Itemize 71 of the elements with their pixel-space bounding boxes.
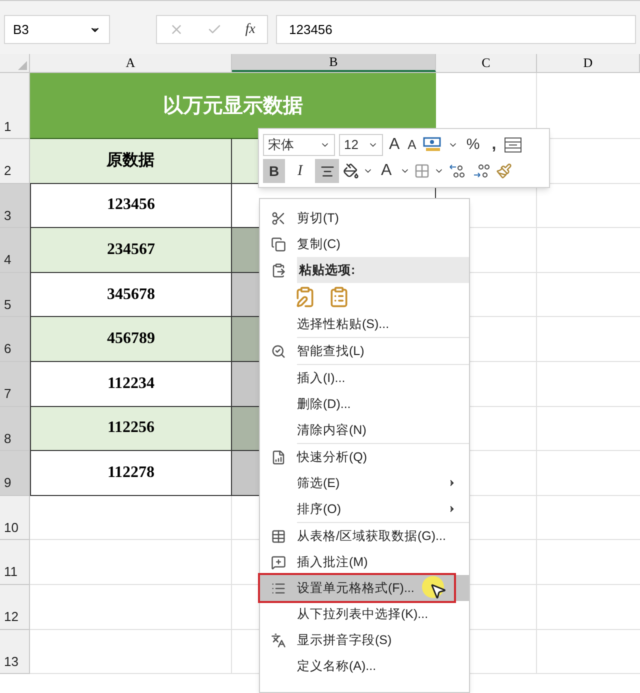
row-header[interactable]: 12 xyxy=(0,584,30,630)
size-dropdown[interactable]: 12 xyxy=(339,134,383,156)
percent-button[interactable]: % xyxy=(462,134,484,156)
row-header[interactable]: 10 xyxy=(0,496,30,540)
center-button[interactable] xyxy=(315,159,339,183)
menu-item[interactable]: 智能查找(L) xyxy=(260,338,469,364)
menu-item[interactable]: 复制(C) xyxy=(260,231,469,257)
paste-values-icon[interactable] xyxy=(328,286,350,308)
align-center-icon xyxy=(320,164,334,178)
search-icon xyxy=(271,344,286,358)
menu-item[interactable]: 插入(I)... xyxy=(260,365,469,391)
column-header[interactable]: C xyxy=(436,54,537,72)
table-icon xyxy=(271,528,286,544)
name-box[interactable]: B3 xyxy=(4,15,110,44)
row-header[interactable]: 3 xyxy=(0,184,30,228)
format-painter-icon[interactable] xyxy=(496,163,512,179)
table-cell: 123456 xyxy=(30,184,232,228)
menu-item[interactable]: 选择性粘贴(S)... xyxy=(260,311,469,337)
corner-triangle-icon xyxy=(18,61,27,70)
decimal-decrease-icon[interactable] xyxy=(472,162,492,180)
font-color-button[interactable]: A xyxy=(377,159,396,183)
row-header[interactable]: 9 xyxy=(0,451,30,496)
title-cell: 以万元显示数据 xyxy=(30,73,436,139)
copy-icon xyxy=(271,236,286,252)
formula-field[interactable]: 123456 xyxy=(276,15,636,44)
paste-formatting-icon[interactable] xyxy=(294,286,316,308)
row-header[interactable]: 4 xyxy=(0,228,30,273)
row-header[interactable]: 6 xyxy=(0,317,30,362)
bold-button[interactable]: B xyxy=(263,159,285,183)
row-header[interactable]: 11 xyxy=(0,540,30,585)
fill-color-icon[interactable] xyxy=(343,163,359,179)
clipboard-icon xyxy=(271,262,286,278)
header-cell: 原数据 xyxy=(30,139,232,184)
table-cell: 456789 xyxy=(30,317,232,362)
column-header[interactable]: D xyxy=(537,54,640,72)
menu-item[interactable]: 清除内容(N) xyxy=(260,417,469,443)
row-header[interactable]: 5 xyxy=(0,272,30,318)
row-header[interactable]: 1 xyxy=(0,73,30,139)
menu-item[interactable]: 剪切(T) xyxy=(260,205,469,231)
scissors-icon xyxy=(271,210,286,226)
row-header[interactable]: 2 xyxy=(0,139,30,184)
table-cell: 345678 xyxy=(30,272,232,318)
italic-button[interactable]: I xyxy=(289,159,311,183)
menu-section-header: 粘贴选项: xyxy=(297,257,469,283)
menu-item[interactable]: 从下拉列表中选择(K)... xyxy=(260,601,469,627)
phonetic-icon xyxy=(271,632,286,648)
menu-item[interactable]: 定义名称(A)... xyxy=(260,653,469,679)
menu-item[interactable]: 排序(O) xyxy=(260,496,469,522)
menu-item[interactable]: 删除(D)... xyxy=(260,391,469,417)
column-header[interactable]: B xyxy=(232,54,436,72)
row-header[interactable]: 13 xyxy=(0,630,30,674)
row-header[interactable]: 7 xyxy=(0,362,30,407)
merge-icon[interactable] xyxy=(504,137,522,153)
row-header[interactable]: 8 xyxy=(0,406,30,452)
menu-item[interactable]: 设置单元格格式(F)... xyxy=(260,575,469,601)
table-cell: 112256 xyxy=(30,406,232,452)
function-button[interactable]: fx xyxy=(245,19,256,40)
comment-plus-icon xyxy=(271,554,286,570)
table-cell: 112278 xyxy=(30,451,232,496)
font-dropdown[interactable]: 宋体 xyxy=(263,134,335,156)
list-icon xyxy=(271,580,286,596)
menu-item[interactable]: 从表格/区域获取数据(G)... xyxy=(260,523,469,549)
menu-item[interactable]: 快速分析(Q) xyxy=(260,444,469,470)
menu-item[interactable]: 插入批注(M) xyxy=(260,549,469,575)
cursor-icon xyxy=(429,582,447,600)
menu-item[interactable]: 显示拼音字段(S) xyxy=(260,627,469,653)
chart-document-icon xyxy=(271,450,286,464)
menu-item[interactable]: 筛选(E) xyxy=(260,470,469,496)
table-cell: 234567 xyxy=(30,228,232,273)
table-cell: 112234 xyxy=(30,362,232,407)
comma-button[interactable]: , xyxy=(488,133,500,157)
